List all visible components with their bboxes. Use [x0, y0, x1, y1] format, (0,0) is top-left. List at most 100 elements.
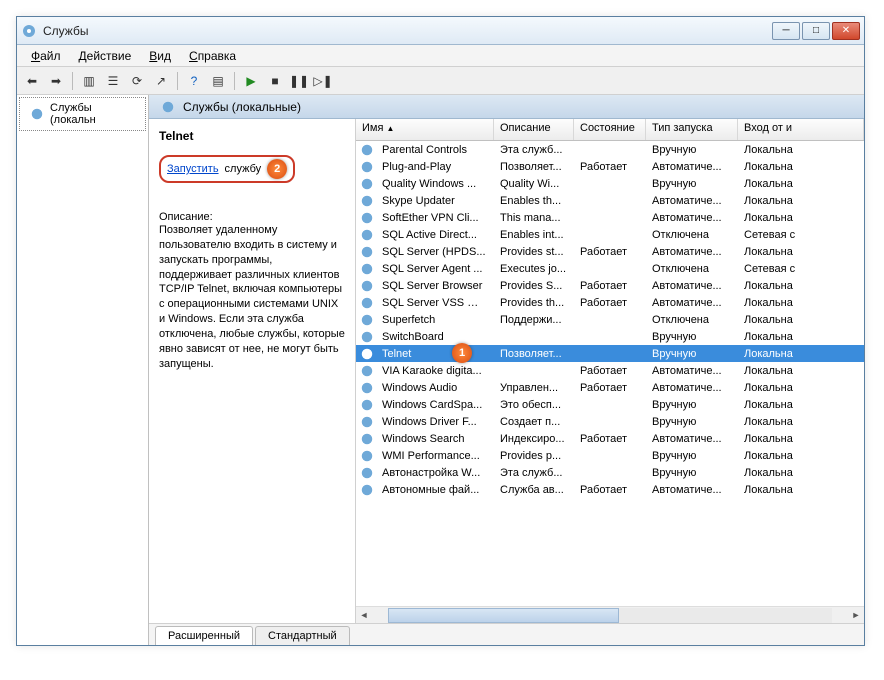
- cell-logon: Локальна: [738, 348, 864, 360]
- start-service-button[interactable]: ▶: [240, 70, 262, 92]
- view-tabs: Расширенный Стандартный: [149, 623, 864, 645]
- tab-standard[interactable]: Стандартный: [255, 626, 350, 645]
- help-button[interactable]: ?: [183, 70, 205, 92]
- service-row[interactable]: VIA Karaoke digita...РаботаетАвтоматиче.…: [356, 362, 864, 379]
- service-row[interactable]: SoftEther VPN Cli...This mana...Автомати…: [356, 209, 864, 226]
- cell-startup: Автоматиче...: [646, 246, 738, 258]
- pause-service-button[interactable]: ❚❚: [288, 70, 310, 92]
- titlebar[interactable]: Службы ─ □ ✕: [17, 17, 864, 45]
- close-button[interactable]: ✕: [832, 22, 860, 40]
- service-row[interactable]: Parental ControlsЭта служб...ВручнуюЛока…: [356, 141, 864, 158]
- cell-logon: Локальна: [738, 416, 864, 428]
- cell-desc: Provides S...: [494, 280, 574, 292]
- service-row[interactable]: Plug-and-PlayПозволяет...РаботаетАвтомат…: [356, 158, 864, 175]
- cell-logon: Локальна: [738, 331, 864, 343]
- cell-logon: Локальна: [738, 144, 864, 156]
- service-row[interactable]: WMI Performance...Provides p...ВручнуюЛо…: [356, 447, 864, 464]
- col-startup[interactable]: Тип запуска: [646, 119, 738, 140]
- gear-icon: [360, 279, 374, 293]
- properties-button[interactable]: ☰: [102, 70, 124, 92]
- service-row[interactable]: Автономные фай...Служба ав...РаботаетАвт…: [356, 481, 864, 498]
- service-row[interactable]: SQL Server (HPDS...Provides st...Работае…: [356, 243, 864, 260]
- gear-icon: [360, 313, 374, 327]
- back-button[interactable]: ⬅: [21, 70, 43, 92]
- col-description[interactable]: Описание: [494, 119, 574, 140]
- service-row[interactable]: Windows Driver F...Создает п...ВручнуюЛо…: [356, 413, 864, 430]
- cell-name: Quality Windows ...: [376, 178, 494, 190]
- window-title: Службы: [43, 24, 772, 38]
- cell-name: SwitchBoard: [376, 331, 494, 343]
- cell-logon: Локальна: [738, 450, 864, 462]
- menu-help[interactable]: Справка: [181, 46, 244, 66]
- cell-state: Работает: [574, 161, 646, 173]
- show-hide-tree-button[interactable]: ▥: [78, 70, 100, 92]
- service-row[interactable]: SQL Active Direct...Enables int...Отключ…: [356, 226, 864, 243]
- menu-view[interactable]: Вид: [141, 46, 179, 66]
- cell-startup: Автоматиче...: [646, 195, 738, 207]
- minimize-button[interactable]: ─: [772, 22, 800, 40]
- cell-name: Автономные фай...: [376, 484, 494, 496]
- service-row[interactable]: SQL Server VSS Wr...Provides th...Работа…: [356, 294, 864, 311]
- col-name[interactable]: Имя ▲: [356, 119, 494, 140]
- cell-logon: Локальна: [738, 161, 864, 173]
- service-row[interactable]: Windows SearchИндексиро...РаботаетАвтома…: [356, 430, 864, 447]
- restart-service-button[interactable]: ▷❚: [312, 70, 334, 92]
- cell-logon: Сетевая с: [738, 229, 864, 241]
- cell-logon: Локальна: [738, 484, 864, 496]
- service-rows[interactable]: Parental ControlsЭта служб...ВручнуюЛока…: [356, 141, 864, 606]
- cell-desc: This mana...: [494, 212, 574, 224]
- service-row[interactable]: Windows CardSpa...Это обесп...ВручнуюЛок…: [356, 396, 864, 413]
- gear-icon: [360, 483, 374, 497]
- cell-desc: Provides p...: [494, 450, 574, 462]
- cell-name: SQL Server VSS Wr...: [376, 297, 494, 309]
- annotation-badge-2: 2: [267, 159, 287, 179]
- service-row[interactable]: SwitchBoardВручнуюЛокальна: [356, 328, 864, 345]
- maximize-button[interactable]: □: [802, 22, 830, 40]
- service-row[interactable]: TelnetПозволяет...ВручнуюЛокальна1: [356, 345, 864, 362]
- cell-logon: Локальна: [738, 297, 864, 309]
- service-row[interactable]: Windows AudioУправлен...РаботаетАвтомати…: [356, 379, 864, 396]
- service-row[interactable]: SuperfetchПоддержи...ОтключенаЛокальна: [356, 311, 864, 328]
- cell-logon: Локальна: [738, 467, 864, 479]
- service-row[interactable]: SQL Server BrowserProvides S...РаботаетА…: [356, 277, 864, 294]
- service-row[interactable]: SQL Server Agent ...Executes jo...Отключ…: [356, 260, 864, 277]
- col-logon[interactable]: Вход от и: [738, 119, 864, 140]
- gear-icon: [360, 211, 374, 225]
- service-row[interactable]: Skype UpdaterEnables th...Автоматиче...Л…: [356, 192, 864, 209]
- cell-startup: Автоматиче...: [646, 484, 738, 496]
- service-row[interactable]: Quality Windows ...Quality Wi...ВручнуюЛ…: [356, 175, 864, 192]
- export-button[interactable]: ↗: [150, 70, 172, 92]
- tree-root-services[interactable]: Службы (локальн: [19, 97, 146, 131]
- tab-extended[interactable]: Расширенный: [155, 626, 253, 645]
- cell-startup: Вручную: [646, 467, 738, 479]
- cell-desc: Создает п...: [494, 416, 574, 428]
- stop-service-button[interactable]: ■: [264, 70, 286, 92]
- services-icon: [21, 23, 37, 39]
- cell-name: Skype Updater: [376, 195, 494, 207]
- refresh-button[interactable]: ⟳: [126, 70, 148, 92]
- forward-button[interactable]: ➡: [45, 70, 67, 92]
- cell-logon: Локальна: [738, 178, 864, 190]
- scroll-left-icon[interactable]: ◄: [356, 607, 372, 623]
- cell-startup: Вручную: [646, 416, 738, 428]
- scroll-thumb[interactable]: [388, 608, 619, 623]
- col-state[interactable]: Состояние: [574, 119, 646, 140]
- tree-root-label: Службы (локальн: [50, 102, 139, 126]
- menu-file[interactable]: Файл: [23, 46, 69, 66]
- scroll-right-icon[interactable]: ►: [848, 607, 864, 623]
- cell-startup: Вручную: [646, 399, 738, 411]
- gear-icon: [30, 107, 44, 121]
- cell-desc: Позволяет...: [494, 348, 574, 360]
- cell-name: Superfetch: [376, 314, 494, 326]
- horizontal-scrollbar[interactable]: ◄ ►: [356, 606, 864, 623]
- gear-icon: [360, 415, 374, 429]
- cell-desc: Provides st...: [494, 246, 574, 258]
- start-service-link[interactable]: Запустить: [167, 163, 219, 175]
- cell-name: Parental Controls: [376, 144, 494, 156]
- cell-desc: Служба ав...: [494, 484, 574, 496]
- service-row[interactable]: Автонастройка W...Эта служб...ВручнуюЛок…: [356, 464, 864, 481]
- gear-icon: [360, 296, 374, 310]
- menu-action[interactable]: Действие: [71, 46, 140, 66]
- cell-state: Работает: [574, 484, 646, 496]
- show-hide-action-button[interactable]: ▤: [207, 70, 229, 92]
